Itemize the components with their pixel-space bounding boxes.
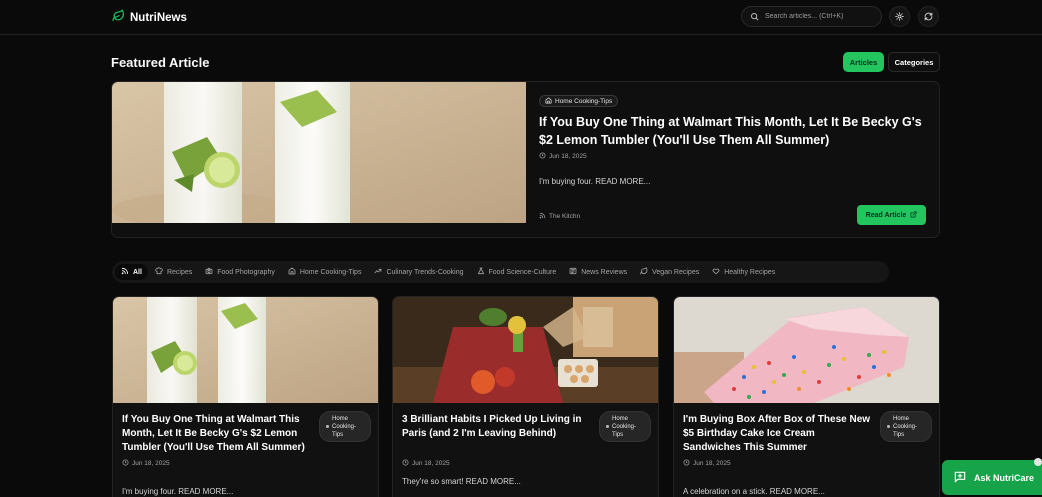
featured-article-card[interactable]: Home Cooking-Tips If You Buy One Thing a… (111, 81, 940, 238)
read-article-label: Read Article (865, 211, 907, 219)
category-tab-label: Healthy Recipes (724, 268, 776, 276)
external-link-icon (910, 210, 917, 220)
article-card-category-badge[interactable]: Home Cooking- Tips (880, 411, 932, 442)
badge-line: Home (332, 416, 349, 422)
read-article-button[interactable]: Read Article (857, 205, 926, 225)
article-card-date-text: Jun 18, 2025 (693, 460, 731, 467)
category-tab-label: Food Photography (217, 268, 275, 276)
article-card-category-badge[interactable]: Home Cooking- Tips (319, 411, 371, 442)
badge-line: Cooking- (612, 424, 637, 430)
categories-toggle-button[interactable]: Categories (888, 52, 940, 72)
category-filter-bar: All Recipes Food Photography Home Cooking-T… (112, 261, 889, 283)
category-tab-recipes[interactable]: Recipes (149, 264, 198, 280)
chef-hat-icon (155, 267, 163, 277)
leaf-logo-icon (112, 9, 125, 27)
badge-line: Tips (332, 432, 344, 438)
home-icon (288, 267, 296, 277)
top-header: NutriNews (0, 0, 1042, 35)
ask-nutricare-button[interactable]: Ask NutriCare (942, 460, 1042, 495)
article-card-title[interactable]: I'm Buying Box After Box of These New $5… (683, 413, 871, 455)
featured-date-text: Jun 18, 2025 (549, 153, 587, 160)
articles-toggle-button[interactable]: Articles (843, 52, 884, 72)
badge-line: Cooking- (893, 424, 918, 430)
featured-source-text: The Kitchn (549, 213, 581, 220)
article-card-date: Jun 18, 2025 (683, 459, 731, 468)
article-card-category-badge[interactable]: Home Cooking- Tips (599, 411, 651, 442)
refresh-icon (924, 8, 933, 26)
featured-category-badge[interactable]: Home Cooking-Tips (539, 95, 619, 107)
search-input[interactable] (765, 13, 875, 20)
category-tab-home-cooking-tips[interactable]: Home Cooking-Tips (282, 264, 368, 280)
article-card-image (674, 297, 939, 403)
rss-icon (539, 212, 546, 221)
search-box[interactable] (741, 6, 882, 27)
clock-icon (122, 459, 129, 468)
article-card-date-text: Jun 18, 2025 (412, 460, 450, 467)
category-tab-label: All (133, 268, 142, 276)
clock-icon (683, 459, 690, 468)
chat-icon (953, 470, 967, 486)
search-icon (750, 8, 759, 26)
badge-line: Cooking- (332, 424, 357, 430)
article-card-image (113, 297, 378, 403)
article-card-date: Jun 18, 2025 (122, 459, 170, 468)
rss-icon (121, 267, 129, 277)
badge-line: Tips (612, 432, 624, 438)
brand-name: NutriNews (130, 12, 187, 24)
category-tab-label: News Reviews (581, 268, 628, 276)
notification-dot (1034, 458, 1042, 466)
badge-line: Home (893, 416, 910, 422)
category-tab-label: Vegan Recipes (652, 268, 700, 276)
article-card-date-text: Jun 18, 2025 (132, 460, 170, 467)
category-tab-food-science-culture[interactable]: Food Science-Culture (471, 264, 563, 280)
category-tab-vegan-recipes[interactable]: Vegan Recipes (634, 264, 705, 280)
category-tab-label: Recipes (166, 268, 193, 276)
article-card-excerpt: I'm buying four. READ MORE... (122, 487, 234, 496)
theme-toggle-button[interactable] (889, 6, 910, 27)
article-card-title[interactable]: If You Buy One Thing at Walmart This Mon… (122, 413, 310, 455)
leaf-icon (640, 267, 648, 277)
category-tab-healthy-recipes[interactable]: Healthy Recipes (706, 264, 781, 280)
featured-article-source: The Kitchn (539, 212, 580, 221)
home-icon (545, 97, 552, 106)
badge-dot-icon (606, 425, 609, 428)
category-tab-news-reviews[interactable]: News Reviews (563, 264, 633, 280)
category-tab-all[interactable]: All (115, 264, 148, 280)
category-tab-label: Food Science-Culture (488, 268, 557, 276)
featured-article-excerpt: I'm buying four. READ MORE... (539, 177, 651, 186)
category-tab-label: Culinary Trends-Cooking (386, 268, 464, 276)
category-tab-culinary-trends-cooking[interactable]: Culinary Trends-Cooking (368, 264, 469, 280)
refresh-button[interactable] (918, 6, 939, 27)
badge-line: Tips (893, 432, 905, 438)
article-card-date: Jun 18, 2025 (402, 459, 450, 468)
category-tab-food-photography[interactable]: Food Photography (199, 264, 281, 280)
heart-icon (712, 267, 720, 277)
ask-nutricare-label: Ask NutriCare (974, 472, 1035, 483)
badge-dot-icon (326, 425, 329, 428)
article-card[interactable]: 3 Brilliant Habits I Picked Up Living in… (392, 296, 659, 497)
article-card-excerpt: A celebration on a stick. READ MORE... (683, 487, 825, 496)
featured-article-title[interactable]: If You Buy One Thing at Walmart This Mon… (539, 113, 931, 149)
trending-icon (374, 267, 382, 277)
article-card-excerpt: They're so smart! READ MORE... (402, 477, 521, 486)
camera-icon (205, 267, 213, 277)
featured-article-image (112, 82, 526, 228)
article-card-title[interactable]: 3 Brilliant Habits I Picked Up Living in… (402, 413, 590, 441)
newspaper-icon (569, 267, 577, 277)
featured-article-date: Jun 18, 2025 (539, 152, 587, 161)
article-card-image (393, 297, 658, 403)
badge-dot-icon (887, 425, 890, 428)
featured-section-title: Featured Article (111, 55, 210, 70)
category-tab-label: Home Cooking-Tips (299, 268, 362, 276)
article-card[interactable]: I'm Buying Box After Box of These New $5… (673, 296, 940, 497)
sun-icon (895, 8, 904, 26)
clock-icon (402, 459, 409, 468)
featured-category-label: Home Cooking-Tips (555, 97, 613, 105)
badge-line: Home (612, 416, 629, 422)
brand[interactable]: NutriNews (112, 9, 187, 27)
article-card[interactable]: If You Buy One Thing at Walmart This Mon… (112, 296, 379, 497)
flask-icon (477, 267, 485, 277)
clock-icon (539, 152, 546, 161)
